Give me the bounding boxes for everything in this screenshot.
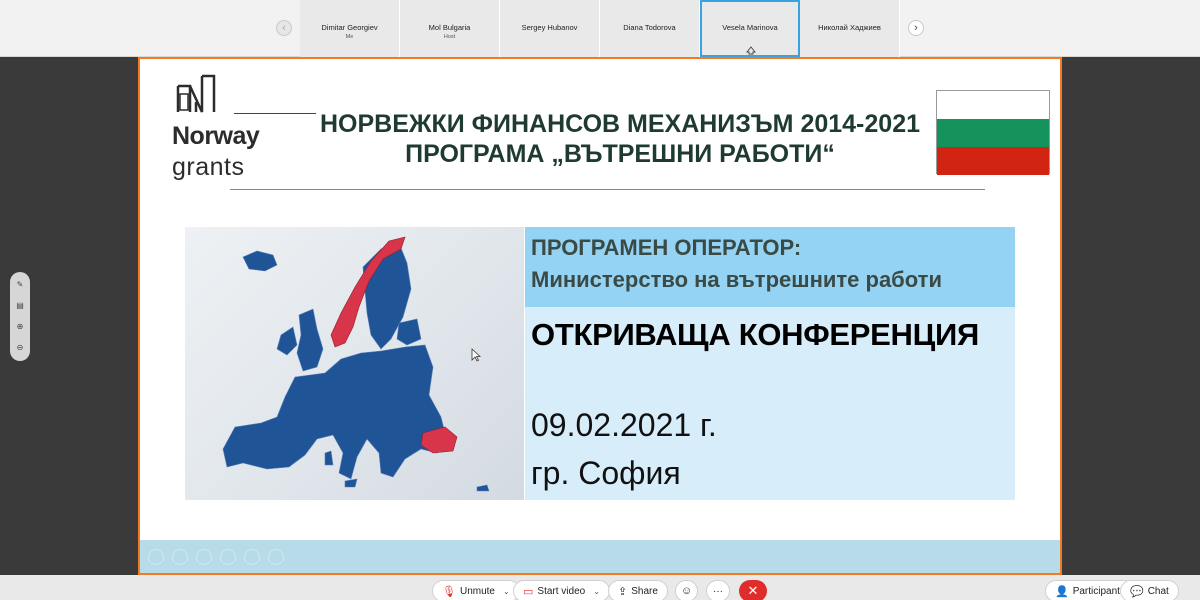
eu-countries xyxy=(222,242,490,492)
more-options-button[interactable]: ··· xyxy=(706,580,730,600)
chat-button[interactable]: 💬 Chat xyxy=(1120,580,1179,600)
participant-tile[interactable]: Diana Todorova xyxy=(600,0,700,57)
participant-name: Vesela Marinova xyxy=(722,23,778,32)
slide-title-line-2: ПРОГРАМА „ВЪТРЕШНИ РАБОТИ“ xyxy=(405,140,835,168)
zoom-out-icon[interactable]: ⊖ xyxy=(14,342,26,354)
annotation-tool-rail: ✎ ▤ ⊕ ⊖ xyxy=(10,272,30,361)
microphone-muted-icon: 🎙 xyxy=(442,585,456,598)
europe-map-image xyxy=(222,236,490,492)
participant-tile[interactable]: Dimitar Georgiev Me xyxy=(300,0,400,57)
annotate-icon[interactable]: ✎ xyxy=(14,279,26,291)
slide-next-icon[interactable] xyxy=(172,549,188,565)
bulgarian-flag xyxy=(936,90,1050,175)
chat-label: Chat xyxy=(1147,585,1169,597)
meeting-controls: 🎙 Unmute ⌄ ▭ Start video ⌄ ⇪ Share ☺ ···… xyxy=(0,575,1200,600)
start-video-label: Start video xyxy=(537,585,586,597)
participant-tile[interactable]: Sergey Hubanov xyxy=(500,0,600,57)
slide-grid-icon[interactable] xyxy=(220,549,236,565)
mouse-cursor-icon xyxy=(471,348,481,362)
flag-stripe-white xyxy=(937,91,1049,119)
participant-tiles: Dimitar Georgiev Me Mol Bulgaria Host Se… xyxy=(300,0,900,57)
norway-grants-logo: Norway grants xyxy=(172,74,316,184)
participant-role: Me xyxy=(345,34,354,40)
slide-zoom-icon[interactable] xyxy=(244,549,260,565)
share-label: Share xyxy=(631,585,658,597)
participant-tile[interactable]: Mol Bulgaria Host xyxy=(400,0,500,57)
close-icon: ✕ xyxy=(747,583,759,598)
participant-name: Diana Todorova xyxy=(623,23,676,32)
participants-label: Participants xyxy=(1072,585,1125,597)
conference-city: гр. София xyxy=(531,455,681,491)
participant-tile-active-speaker[interactable]: Vesela Marinova xyxy=(700,0,800,57)
next-participants-button[interactable]: › xyxy=(908,20,924,36)
flag-stripe-green xyxy=(937,119,1049,147)
program-operator-label: ПРОГРАМЕН ОПЕРАТОР: xyxy=(531,235,802,260)
leave-meeting-button[interactable]: ✕ xyxy=(739,580,767,600)
smiley-icon: ☺ xyxy=(681,585,693,597)
participant-tile[interactable]: Николай Хаджиев xyxy=(800,0,900,57)
slide-title: НОРВЕЖКИ ФИНАНСОВ МЕХАНИЗЪМ 2014-2021 ПР… xyxy=(300,109,940,169)
chevron-down-icon[interactable]: ⌄ xyxy=(593,587,600,596)
chat-bubble-icon: 💬 xyxy=(1130,585,1144,598)
unmute-label: Unmute xyxy=(459,585,495,597)
previous-participants-button[interactable]: ‹ xyxy=(276,20,292,36)
conference-info-box: ОТКРИВАЩА КОНФЕРЕНЦИЯ 09.02.2021 г. гр. … xyxy=(525,307,1015,500)
participant-name: Николай Хаджиев xyxy=(818,23,881,32)
slide-toolbar xyxy=(140,540,1060,573)
video-off-icon: ▭ xyxy=(523,585,534,598)
zoom-in-icon[interactable]: ⊕ xyxy=(14,321,26,333)
share-button[interactable]: ⇪ Share xyxy=(608,580,668,600)
norway-grants-mark-icon xyxy=(176,74,216,113)
participant-name: Mol Bulgaria xyxy=(428,23,471,32)
conference-date: 09.02.2021 г. xyxy=(531,407,717,443)
conference-title: ОТКРИВАЩА КОНФЕРЕНЦИЯ xyxy=(531,317,979,352)
logo-word-grants: grants xyxy=(172,153,245,181)
participant-name: Dimitar Georgiev xyxy=(321,23,378,32)
unmute-button[interactable]: 🎙 Unmute ⌄ xyxy=(432,580,520,600)
participant-role: Host xyxy=(443,34,456,40)
program-operator-name: Министерство на вътрешните работи xyxy=(531,267,942,292)
chevron-down-icon[interactable]: ⌄ xyxy=(503,587,510,596)
slide-pen-icon[interactable] xyxy=(196,549,212,565)
share-icon: ⇪ xyxy=(618,585,628,598)
logo-word-norway: Norway xyxy=(172,122,260,150)
program-operator-box: ПРОГРАМЕН ОПЕРАТОР: Министерство на вътр… xyxy=(525,227,1015,307)
clipboard-icon[interactable]: ▤ xyxy=(14,300,26,312)
participant-name: Sergey Hubanov xyxy=(521,23,578,32)
shared-screen: Norway grants НОРВЕЖКИ ФИНАНСОВ МЕХАНИЗЪ… xyxy=(138,57,1062,575)
slide-more-icon[interactable] xyxy=(268,549,284,565)
speaking-icon xyxy=(746,46,756,57)
more-options-label: ··· xyxy=(713,585,723,597)
start-video-button[interactable]: ▭ Start video ⌄ xyxy=(513,580,610,600)
flag-stripe-red xyxy=(937,147,1049,175)
reactions-button[interactable]: ☺ xyxy=(675,580,699,600)
europe-map xyxy=(185,227,524,500)
header-divider xyxy=(230,189,985,190)
participant-strip: ‹ Dimitar Georgiev Me Mol Bulgaria Host … xyxy=(0,0,1200,57)
person-icon: 👤 xyxy=(1055,585,1069,598)
slide-title-line-1: НОРВЕЖКИ ФИНАНСОВ МЕХАНИЗЪМ 2014-2021 xyxy=(320,110,920,138)
slide-prev-icon[interactable] xyxy=(148,549,164,565)
